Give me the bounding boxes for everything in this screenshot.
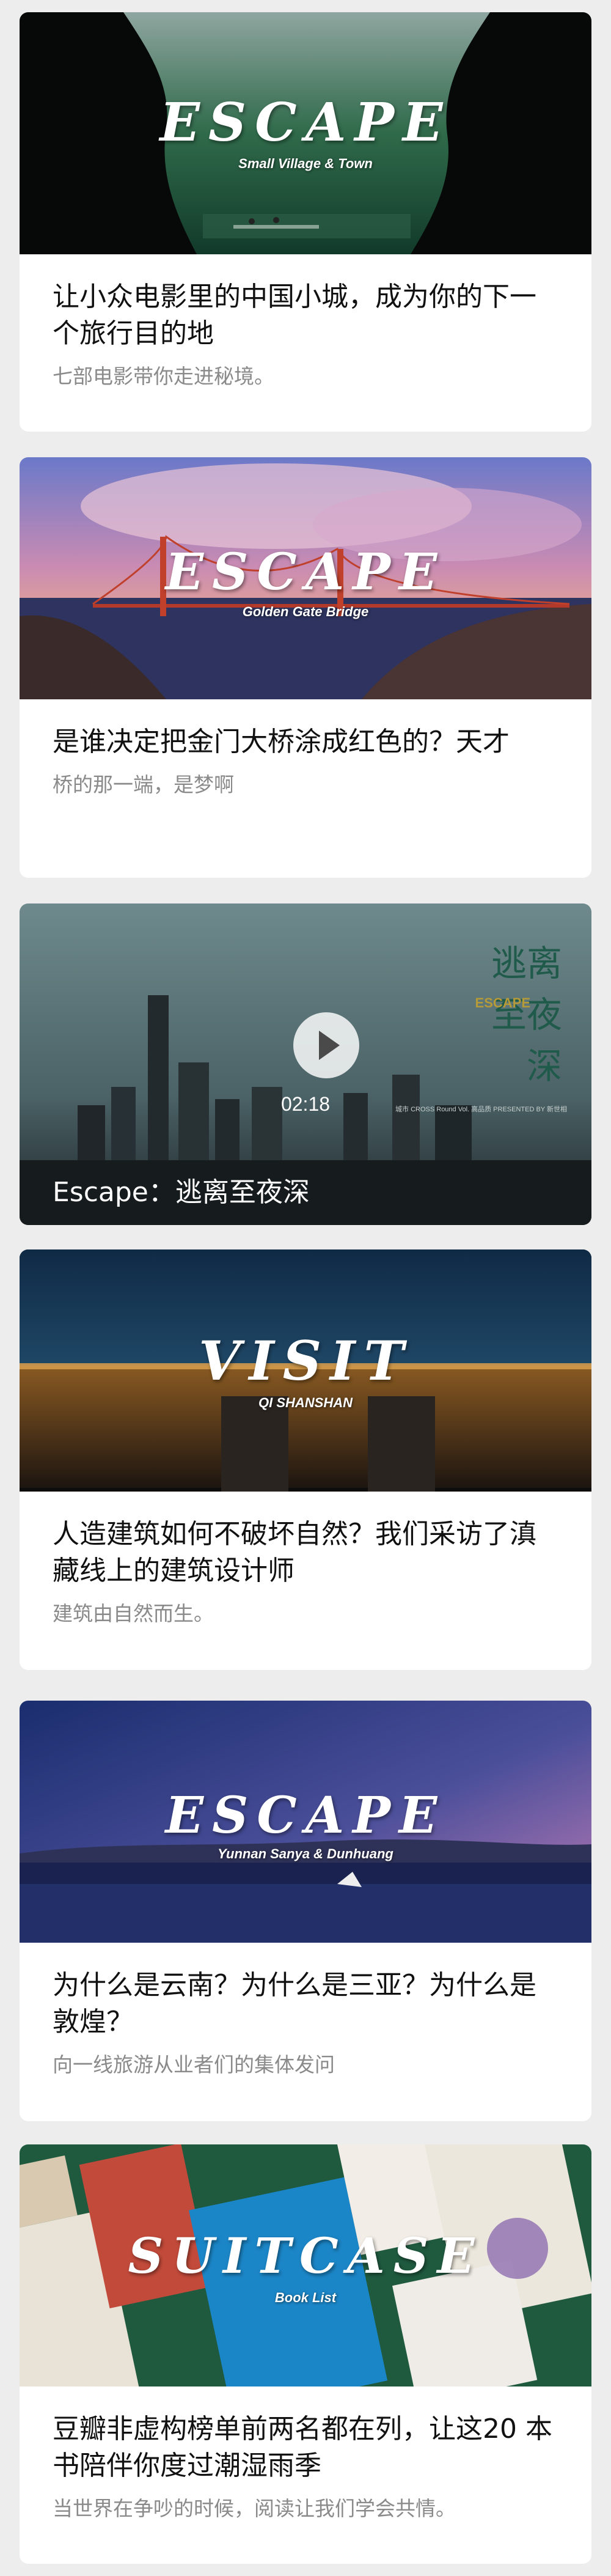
article-description: 桥的那一端，是梦啊: [53, 773, 234, 797]
article-card[interactable]: VISIT QI SHANSHAN 人造建筑如何不破坏自然？我们采访了滇藏线上的…: [20, 1249, 591, 1670]
article-title[interactable]: 为什么是云南？为什么是三亚？为什么是敦煌？: [53, 1967, 558, 2041]
video-title[interactable]: Escape：逃离至夜深: [53, 1170, 310, 1209]
article-cover-image[interactable]: SUITCASE Book List: [20, 2144, 591, 2386]
cover-title: ESCAPE: [165, 543, 446, 602]
cover-subtitle: Golden Gate Bridge: [242, 604, 369, 619]
article-card[interactable]: ESCAPE Small Village & Town 让小众电影里的中国小城，…: [20, 12, 591, 432]
cover-title: SUITCASE: [128, 2227, 483, 2284]
cover-subtitle: QI SHANSHAN: [258, 1395, 353, 1410]
article-card[interactable]: ESCAPE Golden Gate Bridge 是谁决定把金门大桥涂成红色的…: [20, 457, 591, 878]
video-card[interactable]: 逃离至夜深 ESCAPE 城市 CROSS Round Vol. 高品质 PRE…: [20, 903, 591, 1225]
article-title[interactable]: 让小众电影里的中国小城，成为你的下一个旅行目的地: [53, 279, 558, 352]
cover-title: VISIT: [199, 1329, 412, 1393]
cover-title: ESCAPE: [159, 92, 452, 153]
video-duration: 02:18: [280, 1093, 331, 1115]
article-title[interactable]: 人造建筑如何不破坏自然？我们采访了滇藏线上的建筑设计师: [53, 1516, 558, 1589]
article-card[interactable]: ESCAPE Yunnan Sanya & Dunhuang 为什么是云南？为什…: [20, 1701, 591, 2121]
cover-subtitle: Book List: [274, 2290, 337, 2305]
article-description: 七部电影带你走进秘境。: [53, 364, 274, 388]
article-description: 向一线旅游从业者们的集体发问: [53, 2053, 335, 2077]
article-cover-image[interactable]: ESCAPE Small Village & Town: [20, 12, 591, 254]
video-vertical-title: 逃离至夜深: [491, 943, 562, 1087]
article-cover-image[interactable]: ESCAPE Golden Gate Bridge: [20, 457, 591, 699]
cover-subtitle: Yunnan Sanya & Dunhuang: [218, 1846, 393, 1861]
video-escape-mark: ESCAPE: [475, 995, 530, 1010]
cover-title: ESCAPE: [165, 1786, 446, 1845]
article-cover-image[interactable]: VISIT QI SHANSHAN: [20, 1249, 591, 1492]
article-description: 当世界在争吵的时候，阅读让我们学会共情。: [53, 2497, 456, 2520]
article-description: 建筑由自然而生。: [53, 1602, 214, 1625]
article-title[interactable]: 豆瓣非虚构榜单前两名都在列，让这20 本书陪伴你度过潮湿雨季: [53, 2411, 558, 2484]
play-icon[interactable]: [293, 1012, 359, 1078]
article-feed: ESCAPE Small Village & Town 让小众电影里的中国小城，…: [0, 0, 611, 2576]
video-cover[interactable]: 逃离至夜深 ESCAPE 城市 CROSS Round Vol. 高品质 PRE…: [20, 903, 591, 1225]
article-card[interactable]: SUITCASE Book List 豆瓣非虚构榜单前两名都在列，让这20 本书…: [20, 2144, 591, 2564]
article-cover-image[interactable]: ESCAPE Yunnan Sanya & Dunhuang: [20, 1701, 591, 1943]
cover-subtitle: Small Village & Town: [238, 156, 373, 171]
article-title[interactable]: 是谁决定把金门大桥涂成红色的？天才: [53, 724, 558, 760]
